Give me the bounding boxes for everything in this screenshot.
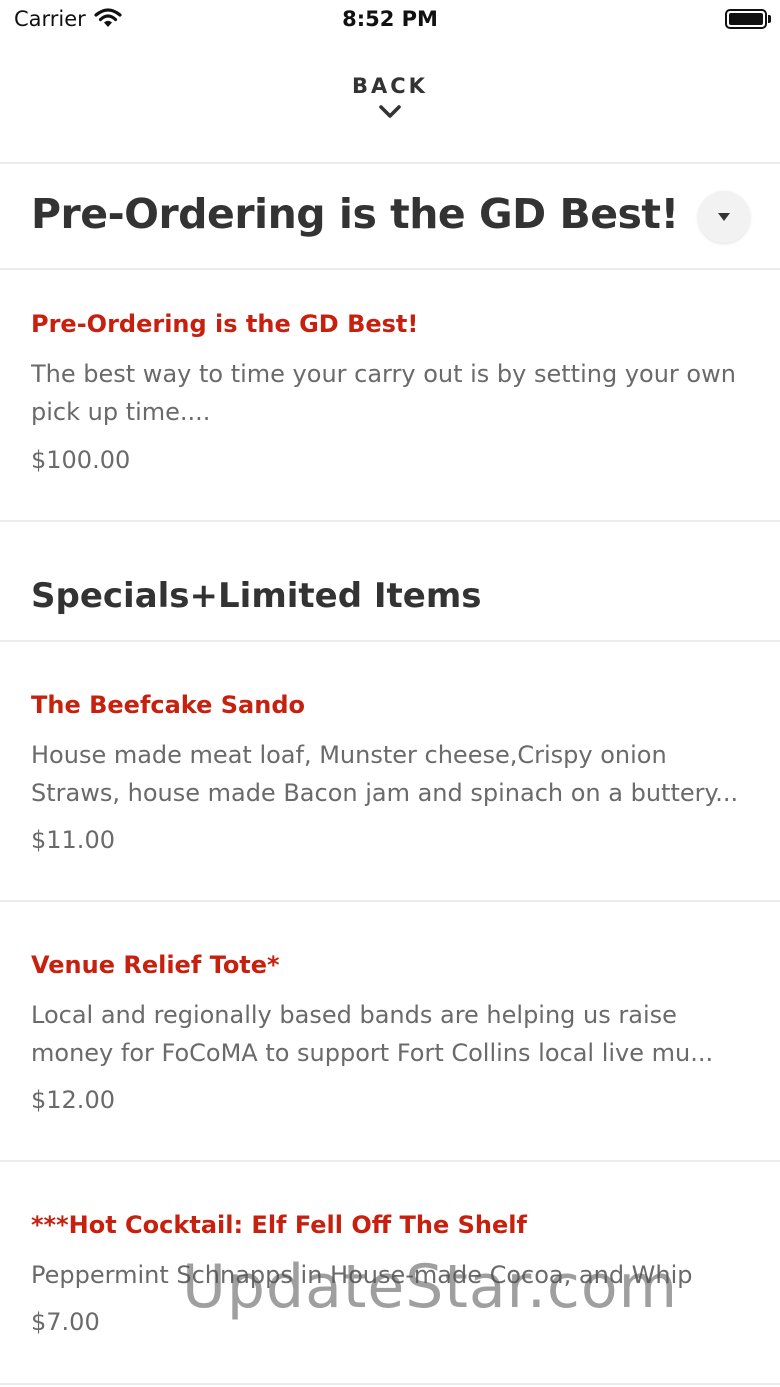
item-description-line: pick up time.... [31, 398, 211, 426]
category-title: Pre-Ordering is the GD Best! [31, 190, 679, 238]
item-description-line: Local and regionally based bands are hel… [31, 1001, 677, 1029]
clock: 8:52 PM [342, 7, 438, 31]
caret-down-icon [718, 213, 730, 221]
item-description: The best way to time your carry out is b… [31, 355, 751, 431]
back-button[interactable]: BACK [0, 70, 780, 140]
item-price: $100.00 [31, 446, 131, 474]
battery-icon [725, 9, 767, 29]
menu-item[interactable]: ***Hot Cocktail: Elf Fell Off The Shelf … [0, 1162, 780, 1382]
item-price: $12.00 [31, 1086, 115, 1114]
divider [0, 162, 780, 164]
item-description-line: Peppermint Schnapps in House-made Cocoa,… [31, 1261, 693, 1289]
menu-item-featured[interactable]: Pre-Ordering is the GD Best! The best wa… [0, 270, 780, 520]
item-description-line: Straws, house made Bacon jam and spinach… [31, 779, 739, 807]
menu-item[interactable]: Venue Relief Tote* Local and regionally … [0, 902, 780, 1160]
item-description-line: The best way to time your carry out is b… [31, 360, 736, 388]
status-bar: Carrier 8:52 PM [0, 0, 780, 40]
section-title: Specials+Limited Items [31, 576, 482, 616]
item-name: Venue Relief Tote* [31, 951, 280, 979]
divider [0, 1383, 780, 1385]
item-name: The Beefcake Sando [31, 691, 305, 719]
chevron-down-icon [379, 105, 401, 118]
item-name: ***Hot Cocktail: Elf Fell Off The Shelf [31, 1211, 527, 1239]
menu-item[interactable]: The Beefcake Sando House made meat loaf,… [0, 642, 780, 900]
item-price: $7.00 [31, 1308, 100, 1336]
item-price: $11.00 [31, 826, 115, 854]
item-description: Peppermint Schnapps in House-made Cocoa,… [31, 1256, 751, 1294]
item-description-line: House made meat loaf, Munster cheese,Cri… [31, 741, 667, 769]
divider [0, 520, 780, 522]
category-dropdown-button[interactable] [698, 191, 750, 243]
item-description-line: money for FoCoMA to support Fort Collins… [31, 1039, 714, 1067]
item-description: House made meat loaf, Munster cheese,Cri… [31, 736, 751, 812]
battery-tip [768, 15, 771, 23]
item-description: Local and regionally based bands are hel… [31, 996, 751, 1072]
back-label: BACK [352, 74, 428, 98]
item-name: Pre-Ordering is the GD Best! [31, 310, 419, 338]
